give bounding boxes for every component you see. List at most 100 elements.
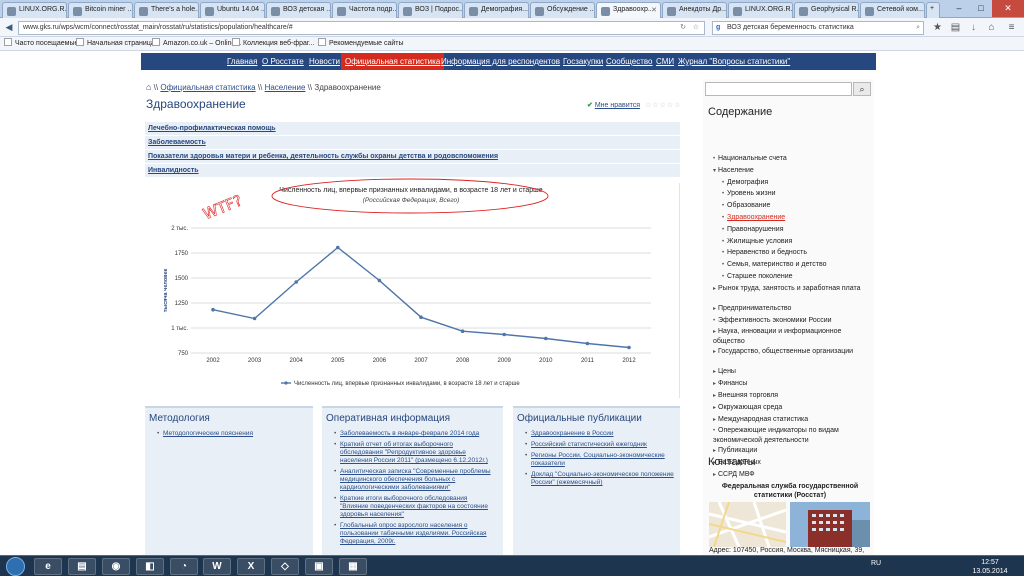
bookmark-item[interactable]: Часто посещаемые	[4, 37, 78, 50]
home-icon[interactable]: ⌂	[146, 82, 151, 92]
site-nav-item[interactable]: Новости	[309, 53, 340, 70]
box-link[interactable]: Российский статистический ежегодник	[525, 441, 674, 449]
site-nav-item[interactable]: Журнал "Вопросы статистики"	[678, 53, 790, 70]
browser-tab[interactable]: Анекдоты Др...	[662, 2, 727, 18]
box-link[interactable]: Методологические пояснения	[157, 430, 307, 438]
sidebar-item[interactable]: • Жилищные условия	[722, 237, 792, 247]
rating-stars[interactable]: ☆☆☆☆☆	[645, 102, 681, 109]
firefox-icon[interactable]: ◉	[102, 558, 130, 575]
app3-icon[interactable]: ◇	[271, 558, 299, 575]
browser-tab[interactable]: Обсуждение ...	[530, 2, 595, 18]
sublink-maternal-health[interactable]: Показатели здоровья матери и ребенка, де…	[145, 150, 680, 163]
browser-tab[interactable]: There's a hole...	[134, 2, 199, 18]
site-nav-item[interactable]: О Росстате	[262, 53, 304, 70]
browser-tab[interactable]: ВОЗ детская ...	[266, 2, 331, 18]
sublink-morbidity[interactable]: Заболеваемость	[145, 136, 680, 149]
box-link[interactable]: Аналитическая записка "Современные пробл…	[334, 468, 497, 492]
language-indicator[interactable]: RU	[871, 560, 881, 567]
bookmark-star-toolbar-icon[interactable]: ★	[932, 22, 943, 33]
search-icon[interactable]: ⌕	[916, 22, 920, 34]
sidebar-item[interactable]: • Национальные счета	[713, 154, 787, 164]
url-bar[interactable]: www.gks.ru/wps/wcm/connect/rosstat_main/…	[18, 21, 705, 35]
browser-tab[interactable]: LINUX.ORG.R...	[728, 2, 793, 18]
breadcrumb-population[interactable]: Население	[265, 83, 306, 92]
new-tab-button[interactable]: +	[926, 2, 940, 18]
box-link[interactable]: Регионы России. Социально-экономические …	[525, 452, 674, 468]
browser-tab[interactable]: LINUX.ORG.R...	[2, 2, 67, 18]
sidebar-item[interactable]: ▸ Внешняя торговля	[713, 391, 778, 401]
bookmark-item[interactable]: Amazon.co.uk – Online...	[152, 37, 241, 50]
site-search-button[interactable]: ⌕	[853, 82, 871, 96]
reload-icon[interactable]: ↻	[680, 22, 686, 34]
browser-tab[interactable]: Частота подр...	[332, 2, 397, 18]
search-input[interactable]: ВОЗ детская беременность статистика	[727, 24, 854, 31]
site-search-input[interactable]	[705, 82, 852, 96]
site-nav-item[interactable]: Госзакупки	[563, 53, 603, 70]
sublink-medical-care[interactable]: Лечебно-профилактическая помощь	[145, 122, 680, 135]
bookmarks-list-icon[interactable]: ▤	[950, 22, 961, 33]
sidebar-item[interactable]: ▸ Государство, общественные организации	[713, 347, 863, 357]
app-icon[interactable]: ◧	[136, 558, 164, 575]
system-clock[interactable]: 12:57 13.05.2014	[970, 558, 1010, 576]
sidebar-item[interactable]: • Эффективность экономики России	[713, 316, 832, 326]
like-widget[interactable]: ✔ Мне нравится ☆☆☆☆☆	[587, 101, 681, 109]
sidebar-item[interactable]: ▸ ССРД МВФ	[713, 470, 755, 480]
sidebar-item[interactable]: • Здравоохранение	[722, 213, 785, 223]
maximize-button[interactable]: □	[970, 0, 992, 17]
start-button[interactable]	[6, 557, 25, 576]
back-icon[interactable]: ◀	[2, 21, 16, 34]
sidebar-item[interactable]: • Демография	[722, 178, 768, 188]
explorer-icon[interactable]: ▤	[68, 558, 96, 575]
sidebar-item[interactable]: ▸ Финансы	[713, 379, 747, 389]
location-map[interactable]	[709, 502, 786, 547]
minimize-button[interactable]: –	[948, 0, 970, 17]
word-icon[interactable]: W	[203, 558, 231, 575]
site-nav-item[interactable]: Сообщество	[606, 53, 652, 70]
sublink-disability[interactable]: Инвалидность	[145, 164, 680, 177]
sidebar-item[interactable]: • Неравенство и бедность	[722, 248, 807, 258]
excel-icon[interactable]: X	[237, 558, 265, 575]
close-tab-icon[interactable]: ✕	[651, 6, 657, 14]
sidebar-item[interactable]: • Уровень жизни	[722, 189, 776, 199]
menu-icon[interactable]: ≡	[1006, 22, 1017, 33]
bookmark-item[interactable]: Начальная страница	[76, 37, 155, 50]
box-link[interactable]: Глобальный опрос взрослого населения о п…	[334, 522, 497, 546]
like-link[interactable]: Мне нравится	[595, 102, 640, 109]
sidebar-item[interactable]: • Образование	[722, 201, 770, 211]
sidebar-item[interactable]: ▸ Рынок труда, занятость и заработная пла…	[713, 284, 863, 294]
sidebar-item[interactable]: • Правонарушения	[722, 225, 784, 235]
browser-tab[interactable]: Ubuntu 14.04 ...	[200, 2, 265, 18]
box-link[interactable]: Доклад "Социально-экономическое положени…	[525, 471, 674, 487]
remote-icon[interactable]: ▦	[339, 558, 367, 575]
sidebar-item[interactable]: ▸ Окружающая среда	[713, 403, 782, 413]
sidebar-item[interactable]: ▸ Наука, инновации и информационное общес…	[713, 327, 863, 346]
box-link[interactable]: Здравоохранение в России	[525, 430, 674, 438]
virtualbox-icon[interactable]: ▣	[305, 558, 333, 575]
ie-icon[interactable]: e	[34, 558, 62, 575]
sidebar-item[interactable]: ▸ Предпринимательство	[713, 304, 791, 314]
site-nav-item[interactable]: СМИ	[656, 53, 674, 70]
sidebar-item[interactable]: ▸ Цены	[713, 367, 736, 377]
site-nav-item[interactable]: Официальная статистика	[341, 53, 445, 70]
close-window-button[interactable]: ✕	[992, 0, 1024, 17]
sidebar-item[interactable]: • Старшее поколение	[722, 272, 793, 282]
sidebar-item[interactable]: ▸ Международная статистика	[713, 415, 808, 425]
bookmark-item[interactable]: Рекомендуемые сайты	[318, 37, 403, 50]
box-link[interactable]: Краткий отчет об итогах выборочного обсл…	[334, 441, 497, 465]
sidebar-item[interactable]: • Опережающие индикаторы по видам экономи…	[713, 426, 863, 445]
box-link[interactable]: Заболеваемость в январе-феврале 2014 год…	[334, 430, 497, 438]
browser-tab[interactable]: ВОЗ | Подрос...	[398, 2, 463, 18]
bookmark-star-icon[interactable]: ☆	[693, 22, 699, 34]
site-nav-item[interactable]: Информация для респондентов	[441, 53, 560, 70]
browser-tab[interactable]: Сетевой ком...	[860, 2, 925, 18]
browser-tab[interactable]: Bitcoin miner ...	[68, 2, 133, 18]
box-link[interactable]: Краткие итоги выборочного обследования "…	[334, 495, 497, 519]
browser-tab[interactable]: Здравоохр... ✕	[596, 2, 661, 18]
bookmark-item[interactable]: Коллекция веб-фраг...	[232, 37, 314, 50]
app2-icon[interactable]: ◔	[170, 558, 198, 575]
sidebar-item[interactable]: • Семья, материнство и детство	[722, 260, 826, 270]
sidebar-item[interactable]: ▸ Публикации	[713, 446, 757, 456]
site-nav-item[interactable]: Главная	[227, 53, 257, 70]
home-icon[interactable]: ⌂	[986, 22, 997, 33]
breadcrumb-official-statistics[interactable]: Официальная статистика	[160, 83, 255, 92]
